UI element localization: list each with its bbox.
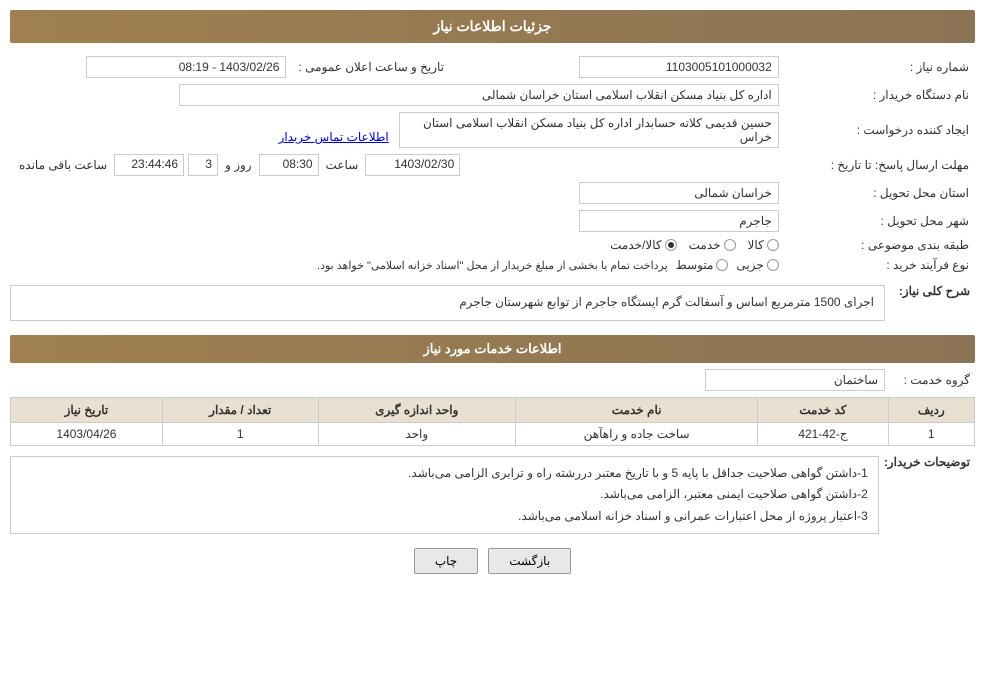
tarikh-saat: 08:30 — [259, 154, 319, 176]
ijad-label: ایجاد کننده درخواست : — [785, 109, 975, 151]
radio-kala-khedmat-circle — [665, 239, 677, 251]
col-nam: نام خدمت — [516, 397, 758, 422]
tarikh-date: 1403/02/30 — [365, 154, 460, 176]
radio-khedmat-circle — [724, 239, 736, 251]
mohlat-label: مهلت ارسال پاسخ: تا تاریخ : — [785, 151, 975, 179]
tarikh-value: 1403/02/26 - 08:19 — [86, 56, 286, 78]
radio-motavaset: متوسط — [676, 258, 729, 272]
col-tarikh: تاریخ نیاز — [11, 397, 163, 422]
radio-kala-label: کالا — [748, 238, 764, 252]
ijad-value: حسین قدیمی کلاته حسابدار اداره کل بنیاد … — [399, 112, 779, 148]
col-tedad: تعداد / مقدار — [162, 397, 318, 422]
sharh-value: اجرای 1500 مترمربع اساس و آسفالت گرم ایس… — [10, 285, 885, 321]
noe-farayand-label: نوع فرآیند خرید : — [785, 255, 975, 275]
tarikh-rooz: 3 — [188, 154, 218, 176]
radio-kala-khedmat-label: کالا/خدمت — [610, 238, 661, 252]
tabaqeh-label: طبقه بندی موضوعی : — [785, 235, 975, 255]
radio-motavaset-circle — [716, 259, 728, 271]
bazgasht-button[interactable]: بازگشت — [488, 548, 571, 574]
radio-motavaset-label: متوسط — [676, 258, 714, 272]
tosifat-line: 1-داشتن گواهی صلاحیت جداقل با پایه 5 و ب… — [21, 463, 868, 485]
cell-tarikh: 1403/04/26 — [11, 422, 163, 445]
grooh-value: ساختمان — [705, 369, 885, 391]
table-row: 1 ج-42-421 ساخت جاده و راهآهن واحد 1 140… — [11, 422, 975, 445]
chap-button[interactable]: چاپ — [414, 548, 478, 574]
shahr-value: جاجرم — [579, 210, 779, 232]
col-kod: کد خدمت — [758, 397, 888, 422]
radio-kala: کالا — [748, 238, 779, 252]
radio-jozi-circle — [767, 259, 779, 271]
page-title: جزئیات اطلاعات نیاز — [10, 10, 975, 43]
col-radif: ردیف — [888, 397, 974, 422]
cell-radif: 1 — [888, 422, 974, 445]
tosifat-line: 2-داشتن گواهی صلاحیت ایمنی معتبر، الزامی… — [21, 484, 868, 506]
cell-nam: ساخت جاده و راهآهن — [516, 422, 758, 445]
radio-kala-khedmat: کالا/خدمت — [610, 238, 676, 252]
tosifat-line: 3-اعتبار پروژه از محل اعتبارات عمرانی و … — [21, 506, 868, 528]
radio-jozi-label: جزیی — [736, 258, 763, 272]
tosifat-value: 1-داشتن گواهی صلاحیت جداقل با پایه 5 و ب… — [10, 456, 879, 535]
ijad-link[interactable]: اطلاعات تماس خریدار — [279, 130, 389, 144]
shomareNiaz-label: شماره نیاز : — [785, 53, 975, 81]
radio-khedmat: خدمت — [689, 238, 736, 252]
radio-khedmat-label: خدمت — [689, 238, 721, 252]
grooh-label: گروه خدمت : — [885, 370, 975, 390]
radio-kala-circle — [767, 239, 779, 251]
col-vahed: واحد اندازه گیری — [318, 397, 515, 422]
tarikh-label: تاریخ و ساعت اعلان عمومی : — [292, 53, 502, 81]
ostan-value: خراسان شمالی — [579, 182, 779, 204]
buttons-row: بازگشت چاپ — [10, 548, 975, 584]
farayand-desc: پرداخت تمام یا بخشی از مبلغ خریدار از مح… — [317, 259, 668, 272]
namDastgah-value: اداره کل بنیاد مسکن انقلاب اسلامی استان … — [179, 84, 779, 106]
radio-jozi: جزیی — [736, 258, 778, 272]
sharh-label: شرح کلی نیاز: — [885, 281, 975, 301]
cell-tedad: 1 — [162, 422, 318, 445]
ostan-label: استان محل تحویل : — [785, 179, 975, 207]
cell-kod: ج-42-421 — [758, 422, 888, 445]
shomareNiaz-value: 1103005101000032 — [579, 56, 779, 78]
shahr-label: شهر محل تحویل : — [785, 207, 975, 235]
services-section-title: اطلاعات خدمات مورد نیاز — [10, 335, 975, 363]
cell-vahed: واحد — [318, 422, 515, 445]
tosifat-label: توضیحات خریدار: — [879, 452, 975, 472]
namDastgah-label: نام دستگاه خریدار : — [785, 81, 975, 109]
tarikh-maandeh: 23:44:46 — [114, 154, 184, 176]
